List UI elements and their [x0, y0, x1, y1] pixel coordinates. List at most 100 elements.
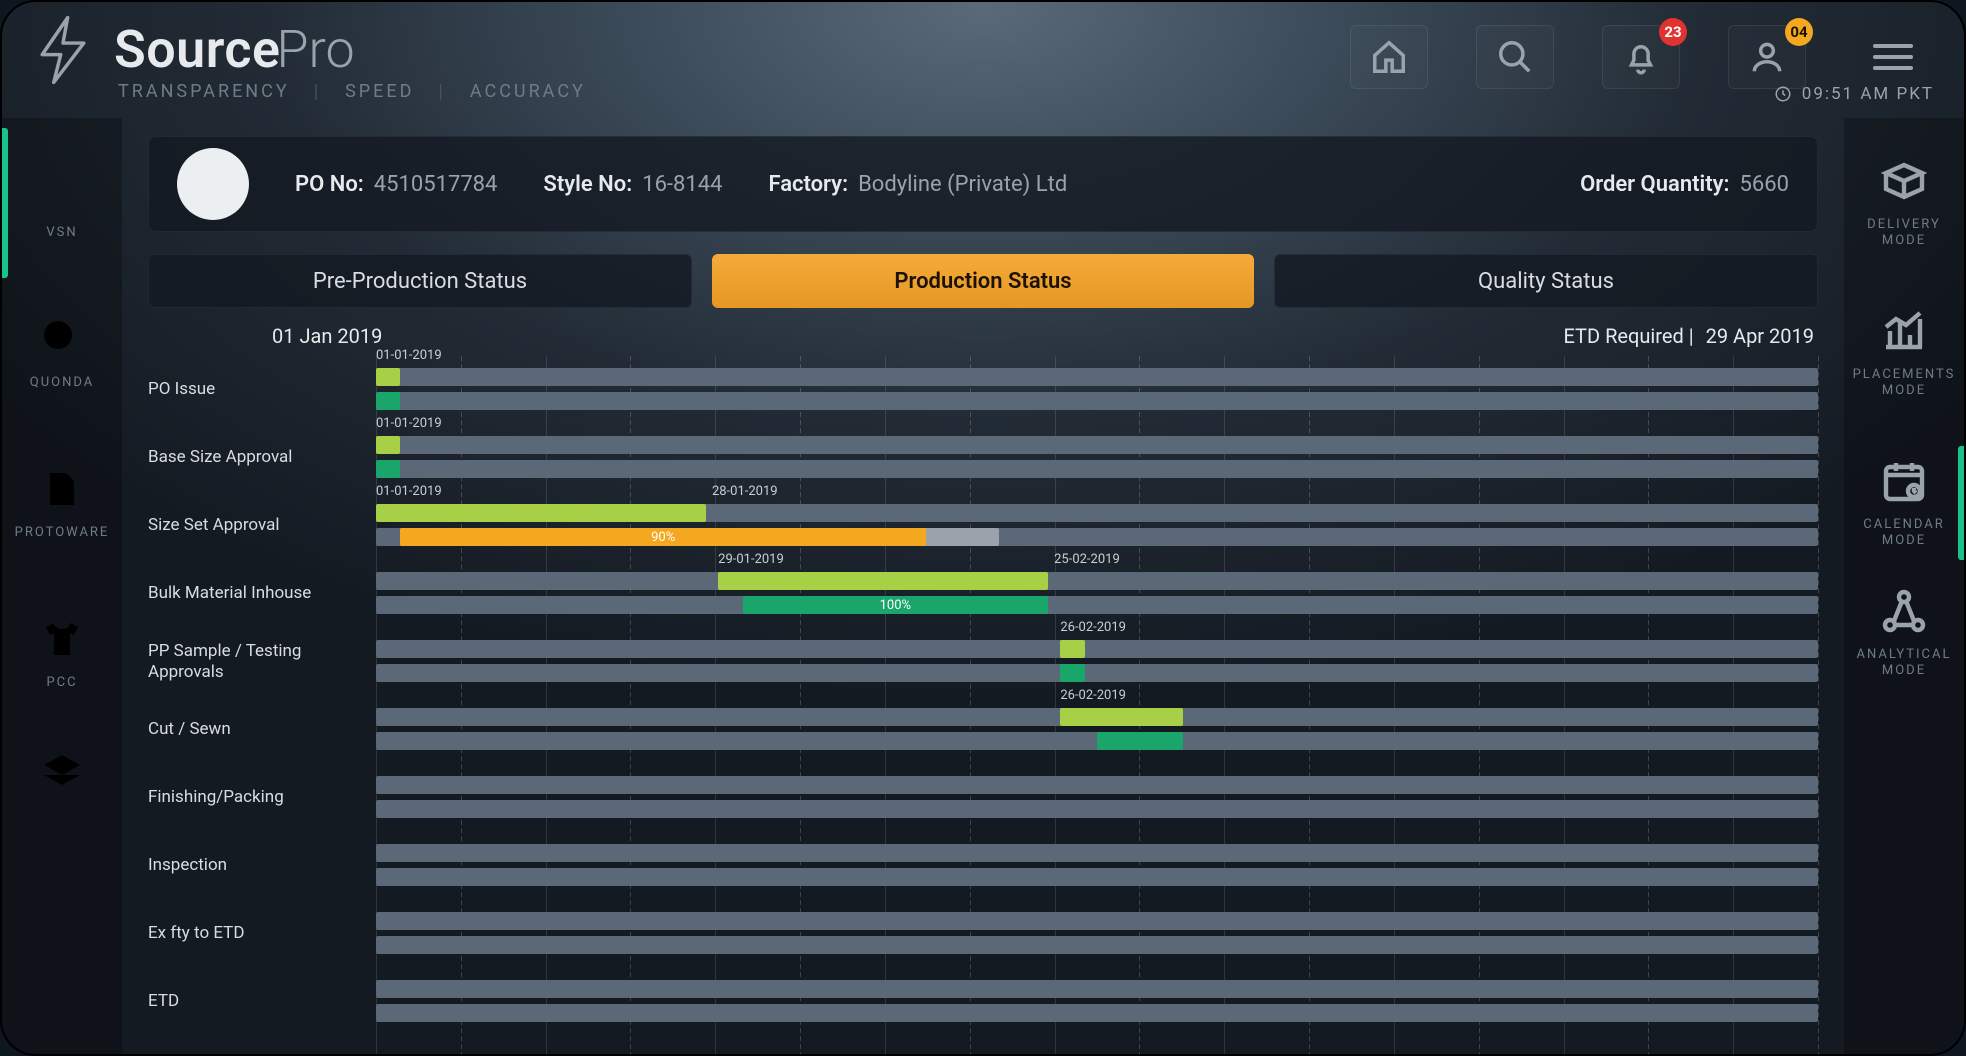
- sidebar-item-vsn[interactable]: VSN: [2, 128, 122, 278]
- gantt-date-chip: 01-01-2019: [376, 348, 442, 363]
- home-icon: [1370, 38, 1408, 76]
- gantt-row: 26-02-2019: [376, 696, 1818, 764]
- gantt-plan-bar[interactable]: [376, 436, 400, 454]
- tagline-item: SPEED: [345, 81, 414, 102]
- mode-analytical[interactable]: ANALYTICALMODE: [1844, 578, 1964, 688]
- sidebar-item-label: PROTOWARE: [15, 525, 110, 541]
- gantt-actual-bar[interactable]: 100%: [743, 596, 1049, 614]
- po-no-label: PO No:: [295, 172, 364, 197]
- order-qty-value: 5660: [1740, 172, 1789, 197]
- sidebar-item-quonda[interactable]: QUONDA: [2, 278, 122, 428]
- mode-placements[interactable]: PLACEMENTSMODE: [1844, 278, 1964, 428]
- gantt-etd-value: 29 Apr 2019: [1706, 324, 1814, 348]
- bell-icon: [1622, 38, 1660, 76]
- bars-icon: [38, 165, 86, 213]
- user-icon: [1748, 38, 1786, 76]
- sidebar-item-label: PCC: [46, 675, 77, 691]
- gantt-actual-bar[interactable]: 90%: [400, 528, 925, 546]
- gantt-actual-bar[interactable]: [1060, 664, 1084, 682]
- app-frame: SourcePro TRANSPARENCY| SPEED| ACCURACY …: [0, 0, 1966, 1056]
- gantt-plan-bar[interactable]: [718, 572, 1048, 590]
- gantt-row: 01-01-2019: [376, 424, 1818, 492]
- profile-badge: 04: [1785, 18, 1813, 46]
- tagline: TRANSPARENCY| SPEED| ACCURACY: [118, 81, 586, 102]
- gantt-row-label: Base Size Approval: [148, 424, 376, 492]
- gantt-row-label: Ex fty to ETD: [148, 900, 376, 968]
- gantt-plan-bar[interactable]: [1060, 640, 1084, 658]
- gantt-date-chip: 28-01-2019: [712, 484, 778, 499]
- gantt-row: 26-02-2019: [376, 628, 1818, 696]
- sidebar-item-pcc[interactable]: PCC: [2, 578, 122, 728]
- brand-bolt-icon: [26, 13, 100, 87]
- gantt-row-label: PP Sample / Testing Approvals: [148, 628, 376, 696]
- style-no-value: 16-8144: [642, 172, 722, 197]
- clock: 09:51 AM PKT: [1774, 84, 1934, 104]
- topbar: SourcePro TRANSPARENCY| SPEED| ACCURACY …: [2, 2, 1964, 112]
- search-button[interactable]: [1476, 25, 1554, 89]
- gantt-date-chip: 01-01-2019: [376, 484, 442, 499]
- gantt-actual-bar[interactable]: [1097, 732, 1183, 750]
- mode-delivery[interactable]: DELIVERYMODE: [1844, 128, 1964, 278]
- home-button[interactable]: [1350, 25, 1428, 89]
- tab-production[interactable]: Production Status: [712, 254, 1254, 308]
- right-sidebar: DELIVERYMODE PLACEMENTSMODE CALENDARMODE…: [1844, 118, 1964, 1054]
- sidebar-item-protoware[interactable]: PROTOWARE: [2, 428, 122, 578]
- gantt: 01 Jan 2019 ETD Required | 29 Apr 2019 P…: [148, 322, 1818, 1054]
- gantt-actual-bar[interactable]: [376, 460, 400, 478]
- brand-sub: Pro: [277, 19, 355, 80]
- gantt-row: [376, 968, 1818, 1036]
- factory-label: Factory:: [768, 172, 848, 197]
- tagline-item: ACCURACY: [470, 81, 586, 102]
- main-content: PO No: 4510517784 Style No: 16-8144 Factor…: [122, 118, 1844, 1054]
- gantt-row-label: Cut / Sewn: [148, 696, 376, 764]
- gantt-actual-bar[interactable]: [376, 392, 400, 410]
- mode-calendar[interactable]: CALENDARMODE: [1844, 428, 1964, 578]
- tab-pre-production[interactable]: Pre-Production Status: [148, 254, 692, 308]
- po-no-value: 4510517784: [374, 172, 498, 197]
- notifications-badge: 23: [1659, 18, 1687, 46]
- line-chart-icon: [1880, 307, 1928, 355]
- box-icon: [1880, 157, 1928, 205]
- gantt-date-chip: 01-01-2019: [376, 416, 442, 431]
- network-icon: [1880, 587, 1928, 635]
- style-no-label: Style No:: [543, 172, 632, 197]
- gantt-date-chip: 26-02-2019: [1060, 688, 1126, 703]
- tab-label: Quality Status: [1478, 269, 1614, 294]
- gantt-plan-bar[interactable]: [376, 504, 706, 522]
- tab-quality[interactable]: Quality Status: [1274, 254, 1818, 308]
- sidebar-item-more[interactable]: [2, 728, 122, 818]
- brand-avatar: [177, 148, 249, 220]
- protoware-icon: [38, 465, 86, 513]
- menu-button[interactable]: [1854, 25, 1932, 89]
- clock-icon: [1774, 85, 1792, 103]
- mode-label: ANALYTICALMODE: [1857, 647, 1952, 678]
- gantt-etd-label: ETD Required |: [1563, 324, 1693, 348]
- tagline-item: TRANSPARENCY: [118, 81, 290, 102]
- gantt-plot: 01-01-201901-01-201901-01-201928-01-2019…: [376, 356, 1818, 1054]
- gantt-row: 01-01-201928-01-201990%: [376, 492, 1818, 560]
- gantt-plan-bar[interactable]: [1060, 708, 1182, 726]
- tab-label: Pre-Production Status: [313, 269, 527, 294]
- order-info-card: PO No: 4510517784 Style No: 16-8144 Factor…: [148, 136, 1818, 232]
- sidebar-item-label: QUONDA: [30, 375, 94, 391]
- calendar-icon: [1880, 457, 1928, 505]
- gantt-row-label: ETD: [148, 968, 376, 1036]
- profile-button[interactable]: 04: [1728, 25, 1806, 89]
- layers-icon: [38, 749, 86, 797]
- gantt-date-chip: 25-02-2019: [1054, 552, 1120, 567]
- hamburger-icon: [1873, 44, 1913, 70]
- notifications-button[interactable]: 23: [1602, 25, 1680, 89]
- gantt-plan-bar[interactable]: [376, 368, 400, 386]
- gantt-row: 29-01-201925-02-2019100%: [376, 560, 1818, 628]
- left-sidebar: VSN QUONDA PROTOWARE PCC: [2, 118, 122, 1054]
- gantt-row: [376, 832, 1818, 900]
- brand: SourcePro TRANSPARENCY| SPEED| ACCURACY: [26, 13, 586, 102]
- order-qty-label: Order Quantity:: [1580, 172, 1729, 197]
- tab-label: Production Status: [894, 269, 1071, 294]
- gantt-row: [376, 764, 1818, 832]
- gantt-row-label: Size Set Approval: [148, 492, 376, 560]
- gantt-start-date: 01 Jan 2019: [272, 324, 382, 348]
- search-icon: [1496, 38, 1534, 76]
- status-tabs: Pre-Production Status Production Status …: [148, 254, 1818, 308]
- gantt-row-label: Bulk Material Inhouse: [148, 560, 376, 628]
